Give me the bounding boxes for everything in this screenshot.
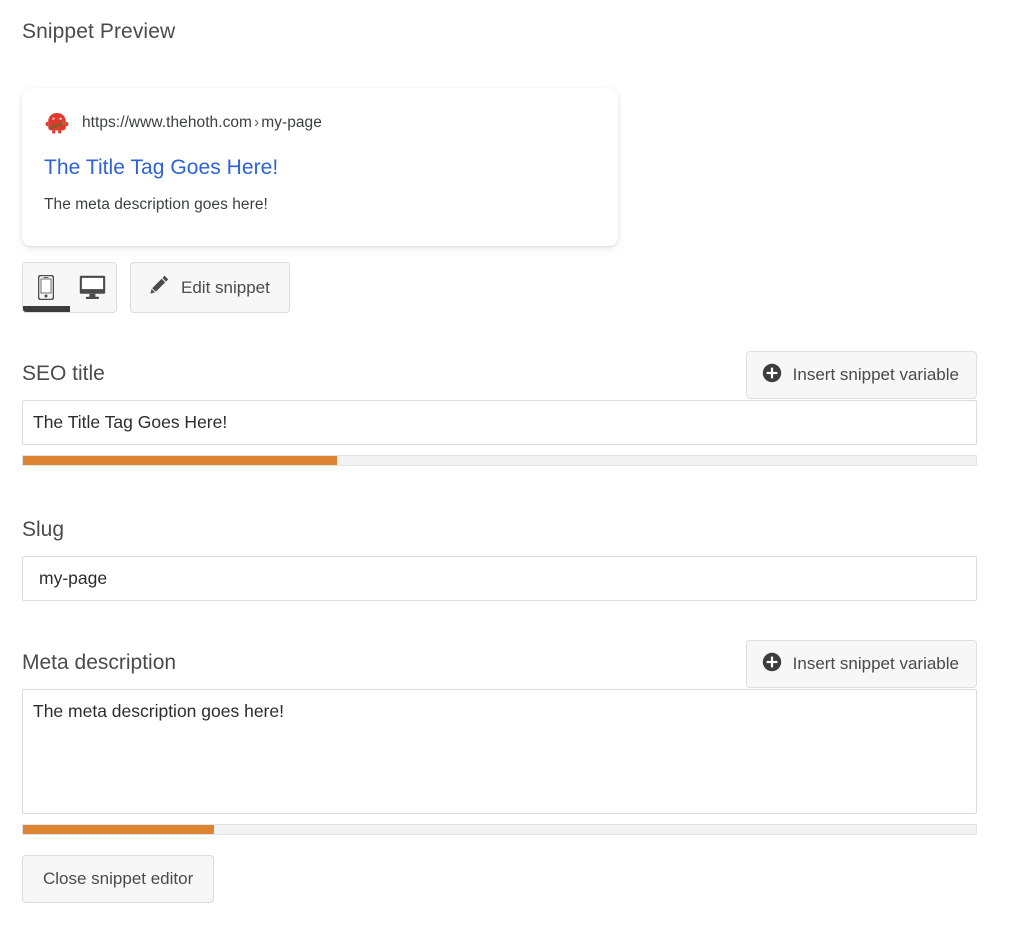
- device-preview-toggle[interactable]: [22, 262, 117, 313]
- preview-title-link[interactable]: The Title Tag Goes Here!: [44, 154, 596, 181]
- pencil-icon: [148, 274, 170, 301]
- insert-snippet-variable-label: Insert snippet variable: [792, 654, 959, 673]
- seo-title-header: SEO title Insert snippet variable: [22, 351, 977, 400]
- close-snippet-editor-button[interactable]: Close snippet editor: [22, 855, 215, 903]
- edit-snippet-label: Edit snippet: [181, 277, 270, 297]
- insert-snippet-variable-label: Insert snippet variable: [792, 365, 959, 384]
- meta-description-progress-fill: [23, 825, 214, 834]
- preview-url: https://www.thehoth.com › my-page: [82, 113, 322, 133]
- desktop-preview-button[interactable]: [70, 263, 117, 312]
- meta-description-field-group: Meta description Insert snippet variable: [22, 640, 977, 835]
- slug-header: Slug: [22, 508, 977, 556]
- seo-title-insert-snippet-variable-button[interactable]: Insert snippet variable: [745, 351, 977, 399]
- preview-url-separator: ›: [254, 114, 260, 131]
- slug-label: Slug: [22, 518, 65, 541]
- meta-description-header: Meta description Insert snippet variable: [22, 640, 977, 689]
- mobile-phone-icon: [38, 275, 55, 300]
- slug-field-group: Slug: [22, 508, 977, 601]
- seo-title-input[interactable]: [22, 400, 977, 445]
- edit-snippet-button[interactable]: Edit snippet: [130, 262, 290, 313]
- meta-description-progress-track: [22, 824, 977, 835]
- meta-description-textarea[interactable]: [22, 689, 977, 814]
- meta-description-label: Meta description: [22, 651, 177, 674]
- snippet-editor-page: Snippet Preview https://www.thehoth.com …: [0, 0, 1024, 932]
- preview-url-domain: https://www.thehoth.com: [82, 114, 253, 131]
- active-device-indicator: [23, 306, 70, 312]
- plus-circle-icon: [762, 363, 782, 388]
- snippet-preview-card: https://www.thehoth.com › my-page The Titl…: [22, 88, 618, 246]
- slug-input[interactable]: [22, 556, 977, 601]
- preview-toolbar: Edit snippet: [22, 262, 290, 313]
- thehoth-mascot-favicon-icon: [44, 110, 70, 136]
- seo-title-progress-fill: [23, 456, 338, 465]
- preview-url-row: https://www.thehoth.com › my-page: [44, 108, 596, 138]
- seo-title-progress-track: [22, 455, 977, 466]
- seo-title-label: SEO title: [22, 362, 105, 385]
- page-title: Snippet Preview: [22, 20, 176, 43]
- preview-meta-description: The meta description goes here!: [44, 196, 268, 213]
- meta-description-insert-snippet-variable-button[interactable]: Insert snippet variable: [745, 640, 977, 688]
- preview-url-path: my-page: [261, 114, 322, 131]
- mobile-preview-button[interactable]: [23, 263, 70, 312]
- desktop-monitor-icon: [79, 275, 106, 300]
- plus-circle-icon: [762, 652, 782, 677]
- seo-title-field-group: SEO title Insert snippet variable: [22, 351, 977, 466]
